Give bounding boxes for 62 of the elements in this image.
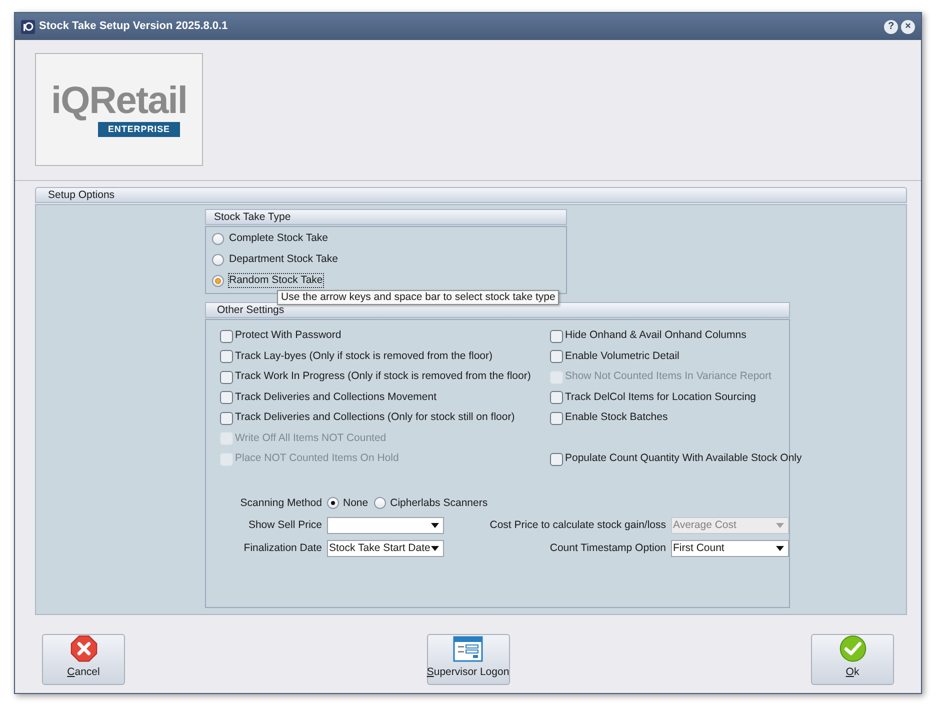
checkbox[interactable] (220, 350, 233, 364)
radio-button[interactable] (212, 254, 224, 266)
checkbox[interactable] (550, 391, 563, 404)
ok-button[interactable]: Ok (811, 634, 894, 685)
close-button[interactable]: × (901, 20, 915, 34)
radio-button[interactable] (374, 497, 386, 510)
dropdown: Average Cost (671, 517, 789, 534)
checkbox-label: Place NOT Counted Items On Hold (235, 451, 399, 466)
checkbox[interactable] (550, 350, 563, 364)
radio-button[interactable] (212, 232, 224, 244)
radio-label[interactable]: Complete Stock Take (229, 230, 328, 246)
checkbox-label[interactable]: Hide Onhand & Avail Onhand Columns (565, 328, 746, 344)
cancel-icon (70, 635, 98, 662)
field-label: Show Sell Price (247, 518, 322, 533)
checkbox-label[interactable]: Track Work In Progress (Only if stock is removed from the floor) (235, 369, 531, 386)
group-header: Other Settings (205, 302, 790, 318)
checkbox[interactable] (550, 330, 563, 343)
cancel-button[interactable]: Cancel (42, 634, 125, 685)
caret-icon (431, 546, 439, 552)
checkbox-label[interactable]: Track Deliveries and Collections (Only for stock still on floor) (235, 410, 515, 426)
checkbox[interactable] (220, 370, 233, 384)
checkbox-label[interactable]: Protect With Password (235, 328, 342, 344)
field-label: Finalization Date (242, 540, 322, 556)
checkbox-label[interactable]: Track Deliveries and Collections Movement (235, 390, 437, 406)
radio-button[interactable] (212, 274, 224, 286)
checkbox[interactable] (220, 412, 233, 425)
radio-button[interactable] (327, 497, 339, 510)
window-title: Stock Take Setup Version 2025.8.0.1 (39, 19, 228, 34)
radio-label[interactable]: Department Stock Take (229, 252, 338, 268)
supervisor-button[interactable]: Supervisor Logon (426, 634, 510, 685)
edition-badge: ENTERPRISE (98, 122, 180, 138)
dropdown[interactable]: First Count (671, 540, 789, 558)
checkbox-label[interactable]: Enable Stock Batches (565, 410, 668, 426)
checkbox-label[interactable]: Enable Volumetric Detail (565, 348, 680, 365)
dropdown[interactable] (327, 517, 444, 534)
brand-name: iQRetail (51, 82, 187, 120)
checkbox-label[interactable]: Populate Count Quantity With Available Stock Only (565, 451, 802, 468)
caret-icon (776, 546, 784, 552)
panel-header: Setup Options (35, 187, 907, 203)
dropdown[interactable]: Stock Take Start Date (327, 540, 444, 558)
radio-label[interactable]: Cipherlabs Scanners (390, 496, 488, 512)
field-label: Count Timestamp Option (548, 540, 666, 556)
field-label: Scanning Method (239, 496, 322, 510)
check-icon (838, 635, 866, 662)
group-header: Stock Take Type (205, 209, 567, 225)
checkbox-label[interactable]: Track DelCol Items for Location Sourcing (565, 390, 756, 406)
checkbox[interactable] (220, 330, 233, 343)
caret-icon (431, 523, 439, 528)
checkbox-label: Write Off All Items NOT Counted (235, 430, 386, 446)
checkbox-label: Show Not Counted Items In Variance Report (565, 369, 772, 384)
checkbox[interactable] (550, 452, 563, 466)
field-label: Cost Price to calculate stock gain/loss (488, 518, 666, 533)
app-icon (21, 20, 35, 34)
tooltip: Use the arrow keys and space bar to select stock take type (277, 290, 560, 305)
form-window-icon (453, 636, 483, 662)
checkbox-label[interactable]: Track Lay-byes (Only if stock is removed from the floor) (235, 348, 493, 365)
help-button[interactable]: ? (884, 20, 898, 34)
checkbox[interactable] (550, 412, 563, 425)
caret-icon (776, 523, 784, 528)
radio-label[interactable]: Random Stock Take (229, 274, 323, 287)
radio-label[interactable]: None (343, 496, 368, 512)
checkbox[interactable] (220, 391, 233, 404)
